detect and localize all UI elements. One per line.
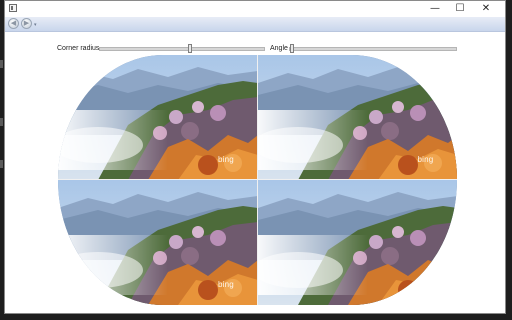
app-window: — ☐ ✕ ◀ ▶ ▾ Corner radius Angle bing bin… (4, 0, 506, 314)
maximize-button[interactable]: ☐ (448, 1, 472, 16)
corner-radius-label: Corner radius (57, 45, 100, 52)
angle-slider[interactable] (289, 44, 457, 53)
image-tile: bing (58, 180, 258, 305)
forward-button[interactable]: ▶ (21, 18, 32, 29)
minimize-button[interactable]: — (423, 1, 447, 16)
corner-radius-slider[interactable] (99, 44, 265, 53)
image-tile: bing (257, 180, 457, 305)
chevron-down-icon[interactable]: ▾ (34, 22, 37, 28)
app-icon (9, 4, 17, 12)
image-tile: bing (58, 55, 258, 180)
tile-divider (257, 55, 258, 305)
bing-watermark: bing (218, 280, 234, 289)
desktop-edge-glyph (0, 160, 3, 168)
corner-radius-slider-thumb[interactable] (188, 44, 192, 53)
image-tile: bing (257, 55, 457, 180)
angle-label: Angle (270, 45, 288, 52)
desktop-edge-glyph (0, 118, 3, 126)
rounded-image-viewer: bing bing bing bing (58, 55, 457, 305)
bing-watermark: bing (218, 155, 234, 164)
close-button[interactable]: ✕ (474, 1, 498, 16)
bing-watermark: bing (417, 280, 434, 289)
bing-watermark: bing (417, 155, 434, 164)
navigation-bar: ◀ ▶ ▾ (5, 17, 505, 32)
tile-divider (58, 179, 457, 180)
title-bar: — ☐ ✕ (5, 1, 505, 17)
angle-slider-thumb[interactable] (290, 44, 294, 53)
back-button[interactable]: ◀ (8, 18, 19, 29)
desktop-edge-glyph (0, 60, 3, 68)
